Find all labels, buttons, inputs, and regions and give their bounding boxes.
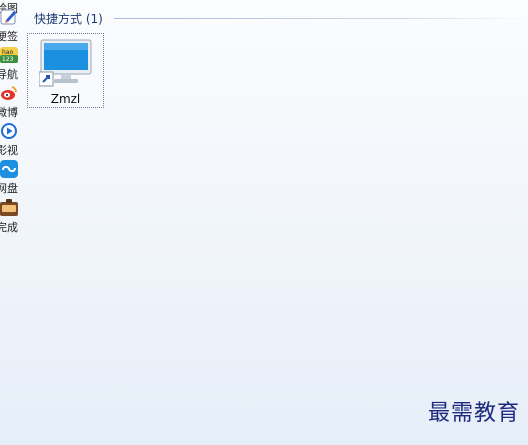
cloud-disk-icon: [0, 160, 18, 178]
svg-text:123: 123: [2, 56, 14, 63]
group-header[interactable]: 快捷方式 (1): [34, 10, 528, 26]
shortcut-label: Zmzl: [50, 92, 81, 106]
sidebar-strip: 绘图 便签 hao 123 导航 微博 影视 网盘 完成: [0, 0, 20, 240]
sidebar-item-toolbox[interactable]: 完成: [0, 199, 20, 237]
sidebar-item-weibo[interactable]: 微博: [0, 84, 20, 122]
svg-text:hao: hao: [2, 49, 13, 56]
sidebar-item-label: 影视: [0, 144, 18, 157]
sidebar-item-label: 完成: [0, 221, 18, 234]
sidebar-item-disk[interactable]: 网盘: [0, 160, 20, 198]
sidebar-item-label: 网盘: [0, 182, 18, 195]
hao123-icon: hao 123: [0, 46, 18, 64]
sidebar-item-label: 微博: [0, 106, 18, 119]
sidebar-item-video[interactable]: 影视: [0, 122, 20, 160]
note-pencil-icon: [0, 8, 18, 26]
watermark: 最需教育: [427, 401, 520, 426]
video-play-icon: [0, 122, 18, 140]
group-title[interactable]: 快捷方式 (1): [34, 10, 103, 27]
sidebar-item-notes[interactable]: 便签: [0, 8, 20, 46]
sidebar-item-label: 便签: [0, 30, 18, 43]
sidebar-item-label: 导航: [0, 68, 18, 81]
sidebar-item-nav[interactable]: hao 123 导航: [0, 46, 20, 84]
desktop-shortcut[interactable]: Zmzl: [27, 33, 104, 108]
monitor-shortcut-icon: [38, 38, 93, 88]
toolbox-icon: [0, 199, 18, 217]
weibo-icon: [0, 84, 18, 102]
group-divider: [114, 18, 528, 19]
